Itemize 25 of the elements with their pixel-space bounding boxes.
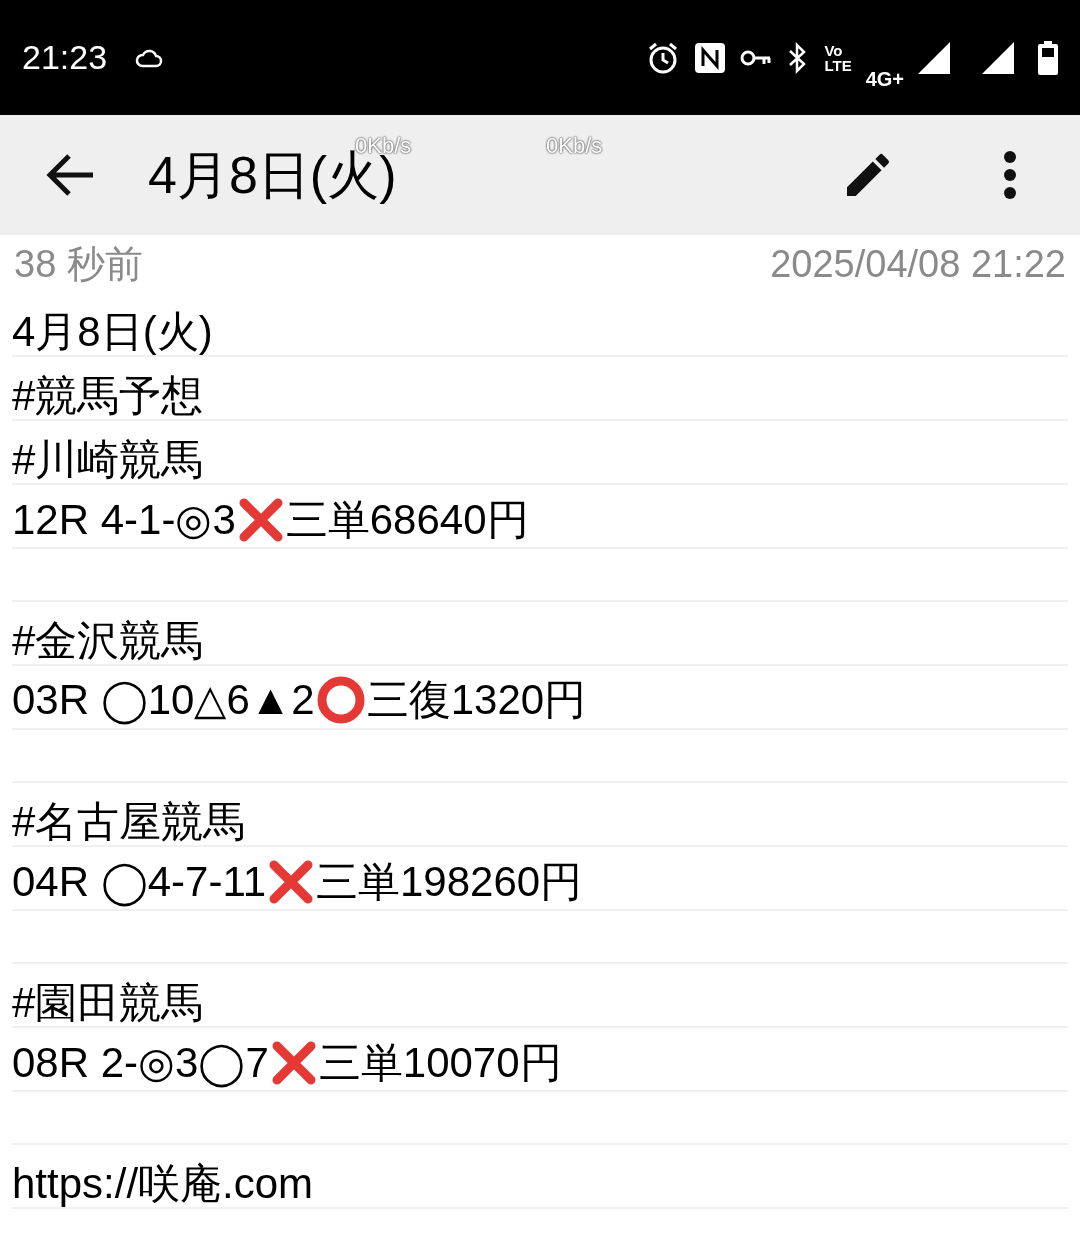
- note-text: 4月8日(火): [12, 311, 213, 353]
- note-text: 三単198260円: [316, 861, 583, 903]
- network-type: 4G+: [865, 66, 904, 92]
- note-text: #名古屋競馬: [12, 801, 246, 843]
- signal-icon: [918, 41, 950, 74]
- relative-time: 38 秒前: [14, 241, 143, 287]
- note-text: https://咲庵.com: [12, 1163, 314, 1205]
- back-arrow-icon: [45, 152, 95, 198]
- note-text: 三単68640円: [285, 499, 529, 541]
- note-text: 12R 4-1-◎3: [12, 499, 236, 541]
- nfc-icon: [694, 41, 727, 74]
- note-text: #競馬予想: [12, 375, 204, 417]
- note-body[interactable]: 4月8日(火) #競馬予想 #川崎競馬 12R 4-1-◎3 三単68640円 #金沢競馬 03R ◯10△6▲2 三復1320円 #名古屋競馬 04R ◯4-7-11 三単198260円 #園田競馬 08R 2-◎3◯7 三単10070円 https://咲庵.com: [12, 293, 1068, 1209]
- timestamp: 2025/04/08 21:22: [770, 241, 1066, 287]
- volte-indicator: Vo LTE: [824, 42, 852, 73]
- note-text: #川崎競馬: [12, 439, 204, 481]
- signal-icon: [982, 41, 1014, 74]
- clock-time: 21:23: [22, 37, 108, 78]
- note-text: #園田競馬: [12, 982, 204, 1024]
- note-text: 三単10070円: [318, 1042, 562, 1084]
- network-speed: 0Kb/s: [546, 132, 603, 160]
- note-text: #金沢競馬: [12, 620, 204, 662]
- note-text: 三復1320円: [366, 679, 587, 721]
- battery-icon: [1038, 40, 1058, 75]
- more-icon: [1003, 150, 1017, 200]
